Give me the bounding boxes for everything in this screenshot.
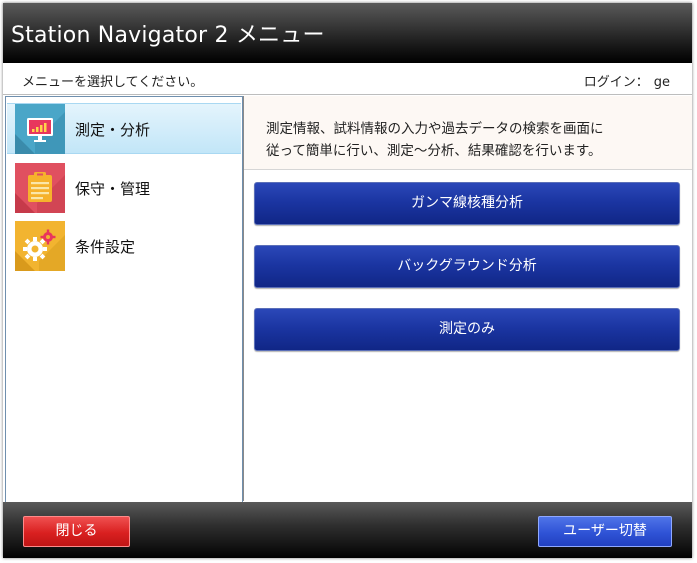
login-user: ge bbox=[653, 75, 670, 90]
login-status: ログイン： ge bbox=[583, 71, 670, 90]
gamma-nuclide-analysis-button[interactable]: ガンマ線核種分析 bbox=[254, 182, 680, 225]
sidebar-item-measure-analyze[interactable]: 測定・分析 bbox=[7, 103, 241, 154]
info-bar: メニューを選択してください。 ログイン： ge bbox=[3, 63, 692, 95]
background-analysis-button[interactable]: バックグラウンド分析 bbox=[254, 245, 680, 288]
sidebar-item-maintenance[interactable]: 保守・管理 bbox=[7, 163, 241, 214]
sidebar-item-label: 保守・管理 bbox=[75, 180, 151, 198]
description-line: 従って簡単に行い、測定〜分析、結果確認を行います。 bbox=[266, 143, 602, 159]
sidebar-item-label: 条件設定 bbox=[75, 238, 136, 256]
monitor-chart-icon bbox=[15, 104, 65, 154]
description-line: 測定情報、試料情報の入力や過去データの検索を画面に bbox=[266, 121, 604, 137]
sidebar-item-label: 測定・分析 bbox=[75, 121, 151, 139]
close-button[interactable]: 閉じる bbox=[23, 516, 130, 547]
sidebar-item-settings[interactable]: 条件設定 bbox=[7, 221, 241, 272]
footer-bar: 閉じる ユーザー切替 bbox=[3, 502, 692, 558]
window-title: Station Navigator 2 メニュー bbox=[11, 23, 325, 48]
instruction-text: メニューを選択してください。 bbox=[22, 75, 204, 90]
title-bar: Station Navigator 2 メニュー bbox=[3, 3, 692, 63]
content-panel: 測定情報、試料情報の入力や過去データの検索を画面に 従って簡単に行い、測定〜分析… bbox=[243, 96, 692, 501]
login-label: ログイン： bbox=[583, 75, 649, 90]
sidebar: 測定・分析 保守・管理 条件設定 bbox=[5, 96, 243, 503]
measure-only-button[interactable]: 測定のみ bbox=[254, 308, 680, 351]
main-window: Station Navigator 2 メニュー メニューを選択してください。 … bbox=[3, 3, 692, 558]
description-box: 測定情報、試料情報の入力や過去データの検索を画面に 従って簡単に行い、測定〜分析… bbox=[244, 96, 692, 170]
gears-icon bbox=[15, 221, 65, 271]
clipboard-icon bbox=[15, 163, 65, 213]
switch-user-button[interactable]: ユーザー切替 bbox=[538, 516, 672, 547]
